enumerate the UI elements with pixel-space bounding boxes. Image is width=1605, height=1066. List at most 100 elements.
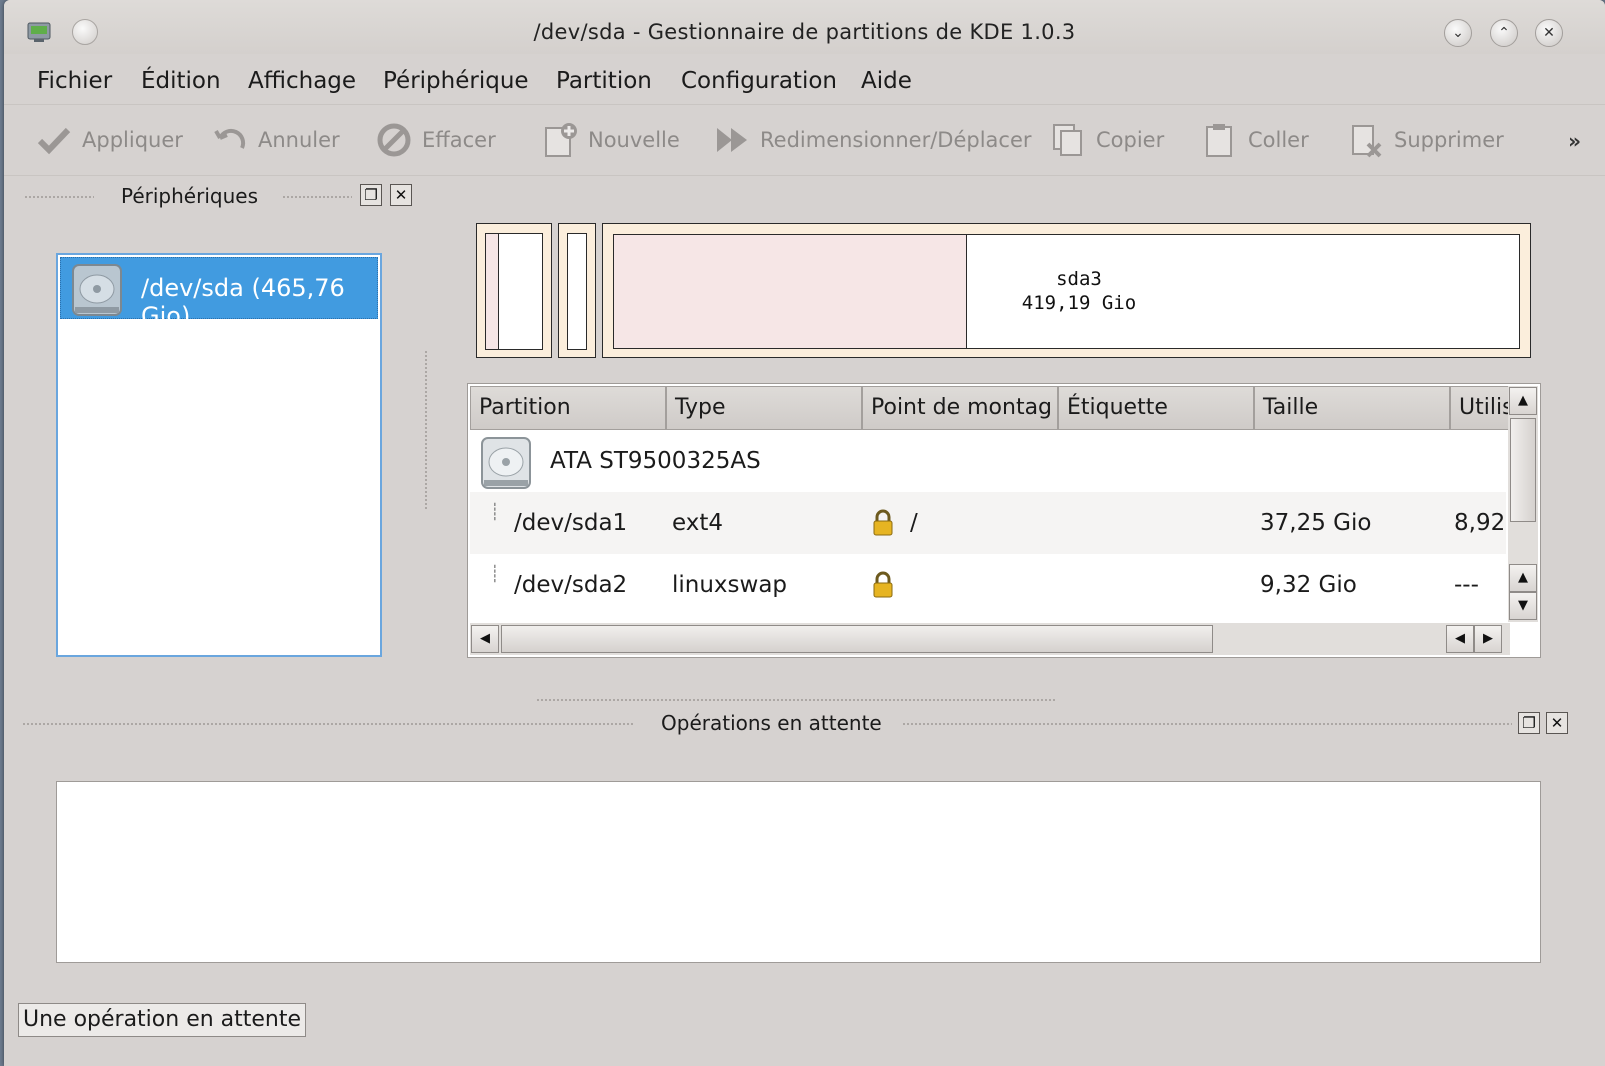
new-partition-button[interactable]: Nouvelle <box>542 115 680 165</box>
menu-configuration[interactable]: Configuration <box>681 68 837 94</box>
new-document-icon <box>545 123 577 157</box>
main-window: /dev/sda - Gestionnaire de partitions de… <box>4 0 1605 1066</box>
menu-bar: Fichier Édition Affichage Périphérique P… <box>4 60 1605 104</box>
devices-dock-grip-right[interactable] <box>282 195 352 199</box>
delete-button[interactable]: Supprimer <box>1348 115 1504 165</box>
splitter-handle[interactable] <box>536 698 1056 702</box>
horizontal-scroll-thumb[interactable] <box>501 625 1213 653</box>
undo-icon <box>214 128 246 149</box>
devices-dock-grip[interactable] <box>24 195 94 199</box>
menu-aide[interactable]: Aide <box>861 68 912 94</box>
device-label: /dev/sda (465,76 Gio) <box>141 274 345 330</box>
copy-icon <box>1053 124 1082 156</box>
partition-type: linuxswap <box>672 572 788 598</box>
partition-size: 9,32 Gio <box>1260 572 1357 598</box>
partition-used: 8,92 <box>1454 510 1506 536</box>
window-title: /dev/sda - Gestionnaire de partitions de… <box>533 20 1076 44</box>
hard-disk-icon <box>481 437 531 489</box>
partition-graph: sda3 419,19 Gio <box>476 223 1531 358</box>
delete-icon <box>1352 125 1382 158</box>
partition-name: /dev/sda1 <box>514 510 628 536</box>
close-window-button[interactable]: ✕ <box>1535 19 1563 47</box>
new-partition-label: Nouvelle <box>588 128 680 152</box>
partition-used: --- <box>1454 572 1479 598</box>
vertical-scrollbar[interactable]: ▲ ▲ ▼ <box>1508 386 1538 622</box>
partition-sda3-used-fill <box>614 235 967 348</box>
fast-forward-icon <box>717 128 747 152</box>
pending-dock-grip[interactable] <box>22 722 634 726</box>
partition-block-sda2[interactable] <box>558 223 596 358</box>
devices-float-button[interactable]: ❐ <box>360 184 382 206</box>
table-row-device[interactable]: ATA ST9500325AS <box>470 430 1506 492</box>
scroll-left-arrow-icon[interactable]: ◀ <box>1446 625 1474 653</box>
partition-block-sda2-inner <box>567 233 587 350</box>
partition-block-sda3[interactable]: sda3 419,19 Gio <box>602 223 1531 358</box>
partition-name: /dev/sda2 <box>514 572 628 598</box>
splitter-handle[interactable] <box>424 350 428 510</box>
pending-dock-grip-right[interactable] <box>902 722 1512 726</box>
pending-float-button[interactable]: ❐ <box>1518 712 1540 734</box>
table-row[interactable]: ┊ /dev/sda1 ext4 / 37,25 Gio 8,92 <box>470 492 1506 554</box>
horizontal-scrollbar[interactable]: ◀ ◀ ▶ <box>470 623 1510 655</box>
undo-button[interactable]: Annuler <box>212 115 340 165</box>
partition-sda3-caption: sda3 419,19 Gio <box>1004 267 1154 315</box>
menu-edition[interactable]: Édition <box>141 68 221 94</box>
column-header-partition[interactable]: Partition <box>470 386 666 430</box>
delete-label: Supprimer <box>1394 128 1504 152</box>
column-header-mount-point[interactable]: Point de montag <box>862 386 1058 430</box>
partition-size: 37,25 Gio <box>1260 510 1372 536</box>
partition-sda1-used-fill <box>486 234 500 349</box>
pending-close-button[interactable]: ✕ <box>1546 712 1568 734</box>
devices-dock-title: Périphériques <box>121 184 258 208</box>
menu-affichage[interactable]: Affichage <box>248 68 356 94</box>
checkmark-icon <box>37 127 71 155</box>
copy-label: Copier <box>1096 128 1165 152</box>
lock-icon <box>873 509 893 536</box>
column-header-used[interactable]: Utilis <box>1450 386 1510 430</box>
pending-dock-title: Opérations en attente <box>661 711 882 735</box>
toolbar-overflow-button[interactable]: » <box>1568 129 1581 153</box>
maximize-button[interactable]: ⌃ <box>1490 19 1518 47</box>
paste-label: Coller <box>1248 128 1309 152</box>
column-header-type[interactable]: Type <box>666 386 862 430</box>
menu-peripherique[interactable]: Périphérique <box>383 68 529 94</box>
partition-block-sda1-inner <box>485 233 543 350</box>
lock-icon <box>873 571 893 598</box>
table-row[interactable]: ┊ /dev/sda2 linuxswap 9,32 Gio --- <box>470 554 1506 616</box>
scroll-left-arrow-icon[interactable]: ◀ <box>471 625 499 653</box>
tree-branch: ┊ <box>490 502 500 521</box>
scroll-right-arrow-icon[interactable]: ▶ <box>1474 625 1502 653</box>
menu-fichier[interactable]: Fichier <box>37 68 112 94</box>
partition-table: Partition Type Point de montag Étiquette… <box>467 383 1541 658</box>
minimize-button[interactable]: ⌄ <box>1444 19 1472 47</box>
toolbar: Appliquer Annuler Effacer Nouvelle Redim… <box>4 104 1605 176</box>
menu-partition[interactable]: Partition <box>556 68 652 94</box>
device-item-sda[interactable]: /dev/sda (465,76 Gio) <box>60 257 378 330</box>
clear-icon <box>377 123 411 157</box>
clear-label: Effacer <box>422 128 496 152</box>
apply-label: Appliquer <box>82 128 183 152</box>
vertical-scroll-thumb[interactable] <box>1510 418 1536 522</box>
resize-move-button[interactable]: Redimensionner/Déplacer <box>714 115 1032 165</box>
partition-block-sda3-inner: sda3 419,19 Gio <box>613 234 1520 349</box>
pending-operations-list <box>56 781 1541 963</box>
scroll-down-arrow-icon[interactable]: ▼ <box>1509 592 1537 620</box>
device-model: ATA ST9500325AS <box>550 448 761 474</box>
devices-close-button[interactable]: ✕ <box>390 184 412 206</box>
title-bar: /dev/sda - Gestionnaire de partitions de… <box>4 0 1605 54</box>
scroll-up-arrow-icon[interactable]: ▲ <box>1509 387 1537 415</box>
undo-label: Annuler <box>258 128 340 152</box>
scroll-up-arrow-icon[interactable]: ▲ <box>1509 564 1537 592</box>
paste-button[interactable]: Coller <box>1202 115 1309 165</box>
copy-button[interactable]: Copier <box>1050 115 1164 165</box>
apply-button[interactable]: Appliquer <box>36 115 183 165</box>
partition-sda3-size: 419,19 Gio <box>1021 292 1137 314</box>
hard-disk-icon <box>72 264 122 316</box>
resize-move-label: Redimensionner/Déplacer <box>760 128 1032 152</box>
partition-block-sda1[interactable] <box>476 223 552 358</box>
paste-icon <box>1206 124 1232 157</box>
column-header-size[interactable]: Taille <box>1254 386 1450 430</box>
clear-button[interactable]: Effacer <box>376 115 496 165</box>
column-header-label[interactable]: Étiquette <box>1058 386 1254 430</box>
partition-type: ext4 <box>672 510 724 536</box>
